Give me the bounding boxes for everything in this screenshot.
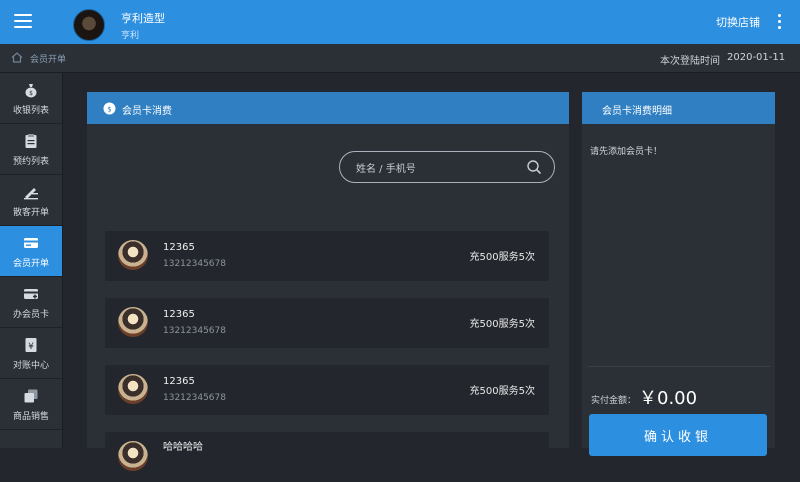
divider bbox=[588, 366, 770, 367]
confirm-checkout-label: 确认收银 bbox=[643, 430, 712, 445]
member-name: 12365 bbox=[163, 242, 195, 253]
member-avatar bbox=[118, 240, 148, 270]
stack-icon bbox=[24, 389, 38, 403]
member-package: 充500服务5次 bbox=[469, 386, 535, 397]
member-card-row[interactable]: 哈哈哈哈 bbox=[105, 432, 549, 482]
panel-header: 会员卡消费明细 bbox=[582, 92, 775, 124]
sidebar-item-label: 商品销售 bbox=[12, 412, 49, 422]
add-card-icon bbox=[24, 289, 38, 299]
member-card-row[interactable]: 12365 13212345678 充500服务5次 bbox=[105, 365, 549, 415]
confirm-checkout-button[interactable]: 确认收银 bbox=[589, 414, 767, 456]
member-avatar bbox=[118, 441, 148, 471]
svg-text:¥: ¥ bbox=[28, 342, 34, 352]
member-phone: 13212345678 bbox=[163, 259, 226, 269]
shop-avatar bbox=[73, 9, 105, 41]
member-card-icon bbox=[24, 238, 38, 248]
member-card-row[interactable]: 12365 13212345678 充500服务5次 bbox=[105, 298, 549, 348]
sidebar-item-label: 散客开单 bbox=[12, 208, 49, 218]
member-phone: 13212345678 bbox=[163, 393, 226, 403]
yen-document-icon: ¥ bbox=[25, 338, 37, 352]
breadcrumb[interactable]: 会员开单 bbox=[30, 52, 66, 65]
shop-name: 亨利造型 bbox=[121, 12, 165, 25]
login-time-value: 2020-01-11 bbox=[727, 52, 786, 63]
shop-subtitle: 亨利 bbox=[121, 31, 140, 41]
svg-text:$: $ bbox=[107, 106, 111, 114]
member-name: 12365 bbox=[163, 376, 195, 387]
sidebar-item-product-sales[interactable]: 商品销售 bbox=[0, 379, 62, 430]
home-icon[interactable] bbox=[11, 52, 23, 63]
search-input[interactable]: 姓名 / 手机号 bbox=[339, 151, 555, 183]
sidebar-item-cashier-list[interactable]: $ 收银列表 bbox=[0, 73, 62, 124]
sidebar-item-reconciliation[interactable]: ¥ 对账中心 bbox=[0, 328, 62, 379]
member-phone: 13212345678 bbox=[163, 326, 226, 336]
money-bag-icon: $ bbox=[25, 84, 37, 98]
member-name: 12365 bbox=[163, 309, 195, 320]
sidebar-item-label: 会员开单 bbox=[12, 259, 49, 269]
consumption-detail-panel: 会员卡消费明细 请先添加会员卡！ 实付金额： ￥0.00 确认收银 bbox=[582, 92, 775, 456]
member-package: 充500服务5次 bbox=[469, 319, 535, 330]
empty-hint: 请先添加会员卡！ bbox=[590, 147, 663, 157]
login-time-label: 本次登陆时间 bbox=[660, 56, 720, 67]
search-icon[interactable] bbox=[526, 159, 542, 175]
search-placeholder: 姓名 / 手机号 bbox=[356, 164, 416, 175]
sidebar-item-label: 预约列表 bbox=[12, 157, 49, 167]
member-card-panel: $ 会员卡消费 姓名 / 手机号 12365 13212345678 充500服… bbox=[87, 92, 569, 482]
sidebar-item-label: 办会员卡 bbox=[12, 310, 49, 320]
sidebar-item-appointment-list[interactable]: 预约列表 bbox=[0, 124, 62, 175]
top-app-bar bbox=[0, 0, 800, 44]
clipboard-icon bbox=[25, 134, 37, 148]
sidebar-item-label: 收银列表 bbox=[12, 106, 49, 116]
member-avatar bbox=[118, 307, 148, 337]
panel-header: $ 会员卡消费 bbox=[87, 92, 569, 124]
svg-text:$: $ bbox=[29, 90, 33, 97]
more-vertical-icon[interactable] bbox=[778, 14, 782, 30]
coin-bag-icon: $ bbox=[103, 102, 116, 115]
hamburger-menu-icon[interactable] bbox=[14, 14, 32, 28]
switch-store-button[interactable]: 切换店铺 bbox=[716, 14, 760, 30]
sidebar-item-member-order[interactable]: 会员开单 bbox=[0, 226, 62, 277]
panel-title: 会员卡消费 bbox=[122, 106, 172, 117]
total-amount: ￥0.00 bbox=[639, 388, 698, 409]
member-name: 哈哈哈哈 bbox=[163, 442, 203, 453]
pen-ruler-icon bbox=[24, 188, 38, 200]
sidebar: $ 收银列表 预约列表 散客开单 会员开单 办会员卡 ¥ 对账中心 商品销售 bbox=[0, 73, 63, 448]
sidebar-item-walkin-order[interactable]: 散客开单 bbox=[0, 175, 62, 226]
panel-title: 会员卡消费明细 bbox=[602, 106, 672, 117]
sidebar-item-label: 对账中心 bbox=[12, 361, 49, 371]
sidebar-item-new-member-card[interactable]: 办会员卡 bbox=[0, 277, 62, 328]
member-card-row[interactable]: 12365 13212345678 充500服务5次 bbox=[105, 231, 549, 281]
member-package: 充500服务5次 bbox=[469, 252, 535, 263]
member-avatar bbox=[118, 374, 148, 404]
total-label: 实付金额： bbox=[591, 396, 637, 406]
